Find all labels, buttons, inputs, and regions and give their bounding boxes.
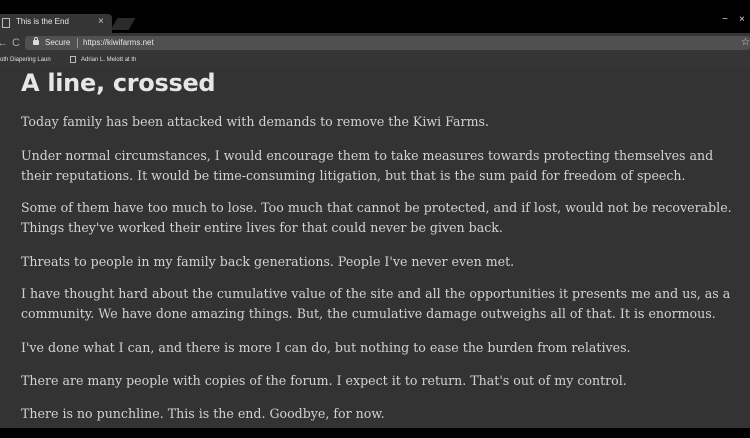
paragraph: Threats to people in my family back gene…	[21, 254, 515, 269]
page-content: A line, crossed Today family has been at…	[0, 67, 750, 428]
page-title: A line, crossed	[21, 69, 216, 97]
back-arrow-icon[interactable]: ←	[0, 36, 8, 50]
new-tab-button[interactable]	[110, 18, 136, 30]
tab-title: This is the End	[16, 17, 69, 26]
bookmark-item[interactable]: Adrian L. Melott at th	[81, 54, 136, 66]
bookmark-item[interactable]: oth Diapering Laun	[0, 54, 51, 66]
paragraph: There is no punchline. This is the end. …	[21, 406, 385, 421]
bookmarks-bar: oth Diapering Laun Adrian L. Melott at t…	[0, 53, 750, 67]
page-icon	[70, 56, 76, 63]
browser-window: This is the End × − × ← C Secure https:/…	[0, 0, 750, 428]
toolbar: ← C Secure https://kiwifarms.net ☆	[0, 33, 750, 53]
paragraph: There are many people with copies of the…	[21, 373, 627, 388]
tab-strip: This is the End × − ×	[0, 0, 750, 33]
close-tab-icon[interactable]: ×	[98, 16, 104, 28]
paragraph: I have thought hard about the cumulative…	[21, 286, 731, 321]
lock-icon	[33, 37, 39, 45]
address-divider	[77, 38, 78, 48]
paragraph: Some of them have too much to lose. Too …	[21, 200, 732, 235]
address-bar[interactable]: Secure https://kiwifarms.net ☆	[25, 36, 750, 50]
secure-label: Secure	[45, 38, 71, 47]
paragraph: Under normal circumstances, I would enco…	[21, 148, 714, 183]
page-icon	[2, 18, 10, 28]
paragraph: Today family has been attacked with dema…	[21, 114, 489, 129]
minimize-button[interactable]: −	[722, 14, 728, 26]
paragraph: I've done what I can, and there is more …	[21, 340, 631, 355]
window-close-button[interactable]: ×	[739, 14, 745, 26]
url-text[interactable]: https://kiwifarms.net	[83, 37, 154, 49]
star-icon[interactable]: ☆	[741, 36, 750, 50]
tab-this-is-the-end[interactable]: This is the End ×	[0, 14, 112, 33]
reload-icon[interactable]: C	[12, 36, 20, 50]
